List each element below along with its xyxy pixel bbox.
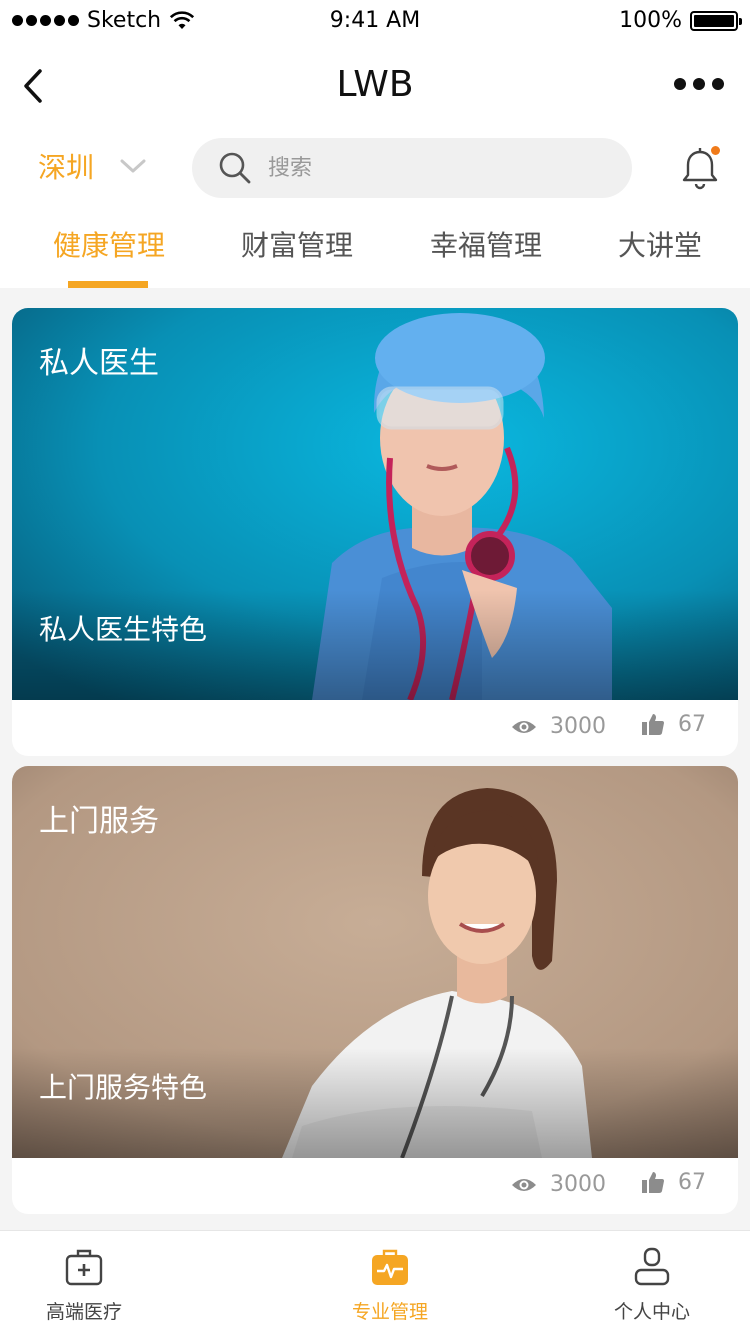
- search-row: 深圳: [0, 128, 750, 208]
- search-bar[interactable]: [192, 138, 632, 198]
- card-subtitle: 上门服务特色: [39, 1071, 208, 1104]
- service-card[interactable]: 上门服务 上门服务特色 3000 67: [12, 766, 738, 1214]
- card-stats: 3000 67: [12, 1158, 738, 1214]
- search-icon: [219, 152, 251, 184]
- tabbar-item-professional-management[interactable]: 专业管理: [310, 1231, 470, 1334]
- notification-badge: [711, 146, 720, 155]
- card-subtitle: 私人医生特色: [39, 613, 208, 646]
- tab-health-management[interactable]: 健康管理: [53, 224, 165, 264]
- battery-status: 100%: [619, 8, 742, 33]
- tab-wealth-management[interactable]: 财富管理: [241, 224, 353, 264]
- city-label: 深圳: [38, 151, 95, 184]
- tabbar-label: 高端医疗: [45, 1301, 122, 1323]
- city-selector[interactable]: 深圳: [38, 146, 146, 186]
- navigation-bar: LWB: [0, 44, 750, 128]
- medical-kit-icon: [65, 1249, 103, 1286]
- card-stats: 3000 67: [12, 700, 738, 756]
- tab-happiness-management[interactable]: 幸福管理: [430, 224, 542, 264]
- tabbar-label: 专业管理: [351, 1301, 428, 1323]
- briefcase-pulse-icon: [372, 1249, 408, 1285]
- thumbs-up-icon[interactable]: [641, 712, 665, 736]
- tabbar-item-personal-center[interactable]: 个人中心: [572, 1231, 732, 1334]
- like-count: 67: [678, 1170, 706, 1195]
- battery-percent: 100%: [619, 8, 682, 33]
- service-card[interactable]: 私人医生 私人医生特色 3000 67: [12, 308, 738, 756]
- active-tab-indicator: [68, 281, 148, 288]
- more-options-icon[interactable]: [674, 78, 724, 90]
- status-bar: Sketch 9:41 AM 100%: [0, 0, 750, 44]
- card-title: 私人医生: [39, 346, 159, 381]
- card-image: 上门服务 上门服务特色: [12, 766, 738, 1158]
- card-image: 私人医生 私人医生特色: [12, 308, 738, 700]
- eye-icon: [512, 1179, 536, 1191]
- card-title: 上门服务: [39, 804, 159, 839]
- tabbar-item-premium-medical[interactable]: 高端医疗: [4, 1231, 164, 1334]
- view-count: 3000: [550, 1172, 606, 1197]
- battery-icon: [690, 10, 742, 31]
- category-tabs: 健康管理 财富管理 幸福管理 大讲堂: [0, 208, 750, 288]
- search-input[interactable]: [268, 155, 588, 181]
- like-count: 67: [678, 712, 706, 737]
- tab-lecture-hall[interactable]: 大讲堂: [618, 224, 702, 264]
- eye-icon: [512, 721, 536, 733]
- thumbs-up-icon[interactable]: [641, 1170, 665, 1194]
- chevron-down-icon: [120, 159, 146, 173]
- tabbar-label: 个人中心: [613, 1301, 690, 1323]
- page-title: LWB: [336, 64, 414, 105]
- user-icon: [634, 1247, 670, 1286]
- bottom-tab-bar: 高端医疗 专业管理 个人中心: [0, 1230, 750, 1334]
- view-count: 3000: [550, 714, 606, 739]
